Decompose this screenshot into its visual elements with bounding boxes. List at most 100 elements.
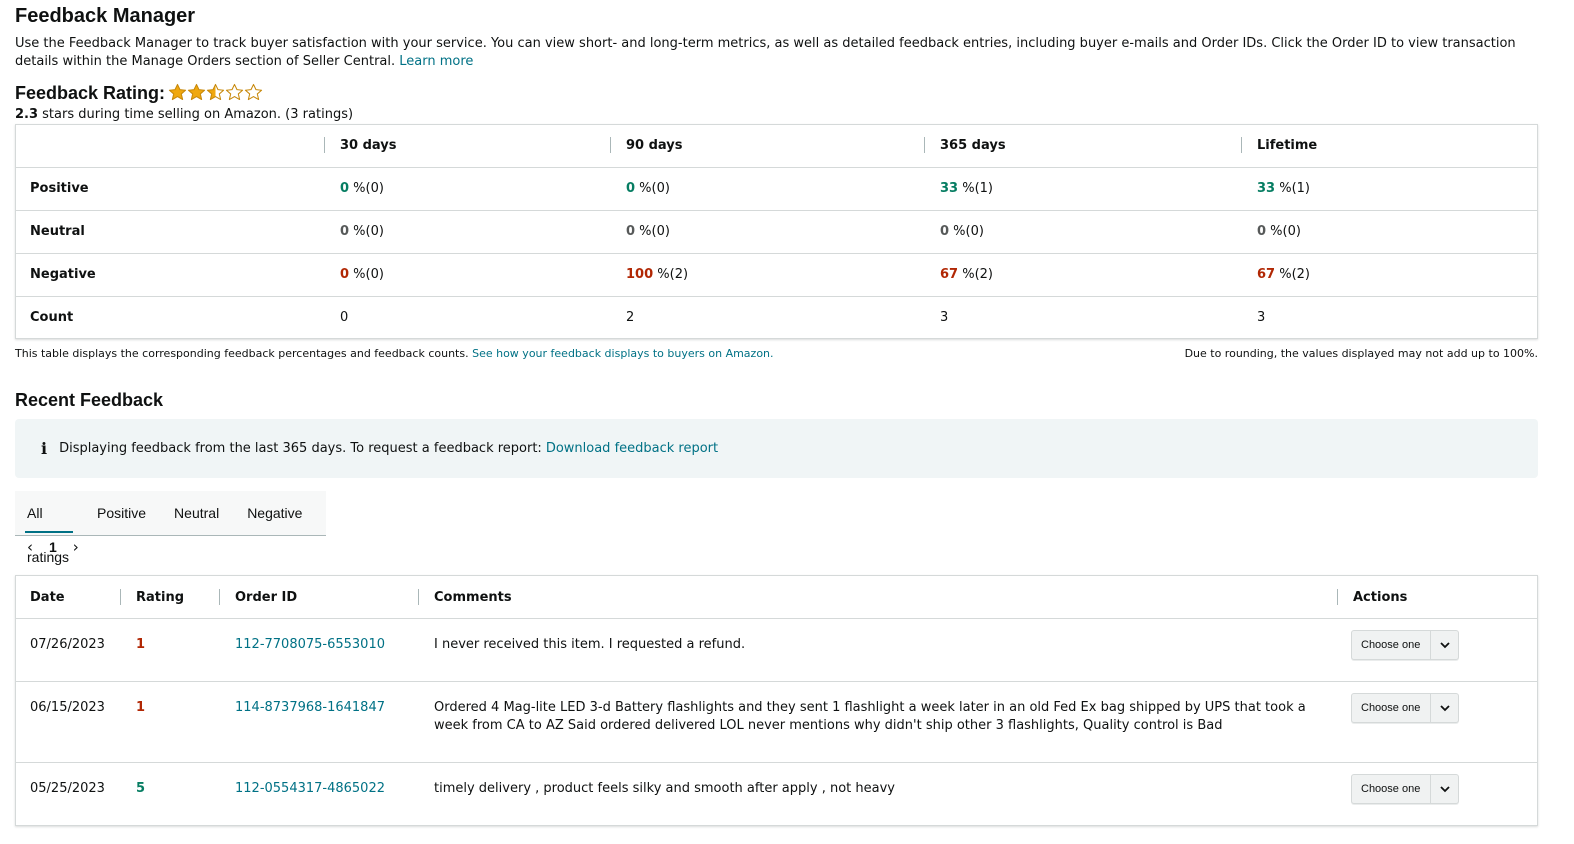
col-date: Date (30, 590, 65, 605)
recent-feedback-title: Recent Feedback (15, 390, 164, 410)
star-half-icon (206, 83, 225, 101)
star-filled-icon (168, 83, 187, 101)
chevron-right-icon[interactable]: › (69, 538, 83, 556)
chevron-down-icon[interactable] (1431, 785, 1458, 793)
metric-cell: 0 %(0) (340, 168, 384, 210)
metric-count: %(0) (1266, 224, 1301, 239)
row-date: 06/15/2023 (30, 700, 105, 715)
metric-cell: 0 %(0) (626, 211, 670, 253)
metrics-row-label: Positive (30, 181, 89, 196)
star-rating (168, 83, 263, 102)
column-divider (324, 137, 325, 153)
metric-count-value: 2 (626, 310, 635, 325)
column-divider (1241, 137, 1242, 153)
recent-feedback-table: Date Rating Order ID Comments Actions 07… (15, 575, 1538, 826)
chevron-down-icon[interactable] (1431, 704, 1458, 712)
intro-text: Use the Feedback Manager to track buyer … (15, 35, 1538, 71)
chevron-left-icon[interactable]: ‹ (23, 538, 37, 556)
feedback-header-row: Date Rating Order ID Comments Actions (16, 576, 1537, 619)
col-rating: Rating (136, 590, 185, 605)
tab-neutral[interactable]: Neutral (174, 491, 219, 536)
metric-pct: 0 (340, 267, 350, 282)
metric-pct: 0 (340, 181, 350, 196)
metrics-header-row: 30 days 90 days 365 days Lifetime (16, 125, 1537, 168)
metric-pct: 67 (1257, 267, 1276, 282)
metric-count: %(1) (958, 181, 993, 196)
row-rating: 1 (136, 637, 146, 652)
metric-count: %(1) (1275, 181, 1310, 196)
column-divider (924, 137, 925, 153)
tab-positive[interactable]: Positive (97, 491, 146, 536)
info-icon: i (41, 439, 48, 458)
metric-cell: 67 %(2) (940, 254, 993, 296)
metrics-col-365-days: 365 days (940, 138, 1006, 153)
feedback-rating-row: Feedback Rating: (15, 83, 263, 104)
metrics-row-label: Neutral (30, 224, 85, 239)
info-alert: i Displaying feedback from the last 365 … (15, 419, 1538, 478)
row-date: 07/26/2023 (30, 637, 105, 652)
metrics-row-label: Negative (30, 267, 96, 282)
metric-pct: 0 (1257, 224, 1267, 239)
rating-summary: 2.3 stars during time selling on Amazon.… (15, 107, 353, 122)
metric-cell: 0 %(0) (1257, 211, 1301, 253)
column-divider (610, 137, 611, 153)
tab-negative[interactable]: Negative (247, 491, 302, 536)
column-divider (120, 589, 121, 605)
action-select-label: Choose one (1361, 639, 1421, 651)
metric-cell: 33 %(1) (1257, 168, 1310, 210)
row-rating: 1 (136, 700, 146, 715)
metric-pct: 100 (626, 267, 654, 282)
chevron-down-icon[interactable] (1431, 641, 1458, 649)
action-select-label: Choose one (1361, 702, 1421, 714)
metric-cell: 0 %(0) (940, 211, 984, 253)
col-actions: Actions (1353, 590, 1408, 605)
row-rating: 5 (136, 781, 146, 796)
column-divider (219, 589, 220, 605)
row-comment: timely delivery , product feels silky an… (434, 781, 895, 796)
metrics-col-90-days: 90 days (626, 138, 683, 153)
metric-pct: 67 (940, 267, 959, 282)
learn-more-link[interactable]: Learn more (399, 54, 473, 69)
metric-pct: 0 (940, 224, 950, 239)
metrics-notes: This table displays the corresponding fe… (15, 347, 1538, 360)
order-id-link[interactable]: 112-0554317-4865022 (235, 780, 385, 798)
metric-cell: 33 %(1) (940, 168, 993, 210)
star-empty-icon (225, 83, 244, 101)
feedback-rating-label: Feedback Rating: (15, 83, 166, 103)
row-comment: Ordered 4 Mag-lite LED 3-d Battery flash… (434, 700, 1306, 733)
row-comment: I never received this item. I requested … (434, 637, 746, 652)
metric-cell: 0 %(0) (340, 254, 384, 296)
action-select[interactable]: Choose one (1351, 774, 1459, 804)
metric-count: %(0) (949, 224, 984, 239)
metric-count: %(2) (653, 267, 689, 282)
info-text: Displaying feedback from the last 365 da… (59, 441, 542, 456)
metric-count: %(2) (1275, 267, 1310, 282)
tab-all-ratings[interactable]: All ratings (24, 491, 74, 565)
rounding-note: Due to rounding, the values displayed ma… (1184, 347, 1538, 360)
col-comments: Comments (434, 590, 512, 605)
rating-summary-count: 3 (290, 107, 299, 122)
metric-count-value: 3 (940, 310, 949, 325)
pagination: ‹ 1 › (23, 538, 83, 556)
page-number[interactable]: 1 (49, 539, 57, 555)
metric-cell: 0 %(0) (340, 211, 384, 253)
metric-pct: 0 (626, 181, 636, 196)
metric-count-value: 0 (340, 310, 349, 325)
table-row: 06/15/2023 1 114-8737968-1641847 Ordered… (16, 682, 1537, 763)
metric-count: %(0) (635, 224, 670, 239)
metric-pct: 0 (626, 224, 636, 239)
order-id-link[interactable]: 112-7708075-6553010 (235, 636, 385, 654)
action-select[interactable]: Choose one (1351, 693, 1459, 723)
download-feedback-report-link[interactable]: Download feedback report (546, 441, 718, 456)
order-id-link[interactable]: 114-8737968-1641847 (235, 699, 385, 717)
metric-count: %(2) (958, 267, 993, 282)
metric-cell: 67 %(2) (1257, 254, 1310, 296)
feedback-display-link[interactable]: See how your feedback displays to buyers… (472, 347, 773, 360)
rating-summary-mid: stars during time selling on Amazon. ( (38, 107, 291, 122)
metrics-row-positive: Positive 0 %(0) 0 %(0) 33 %(1) 33 %(1) (16, 168, 1537, 211)
metrics-col-30-days: 30 days (340, 138, 397, 153)
rating-summary-end: ratings) (298, 107, 354, 122)
metric-count: %(0) (635, 181, 670, 196)
action-select[interactable]: Choose one (1351, 630, 1459, 660)
star-filled-icon (187, 83, 206, 101)
